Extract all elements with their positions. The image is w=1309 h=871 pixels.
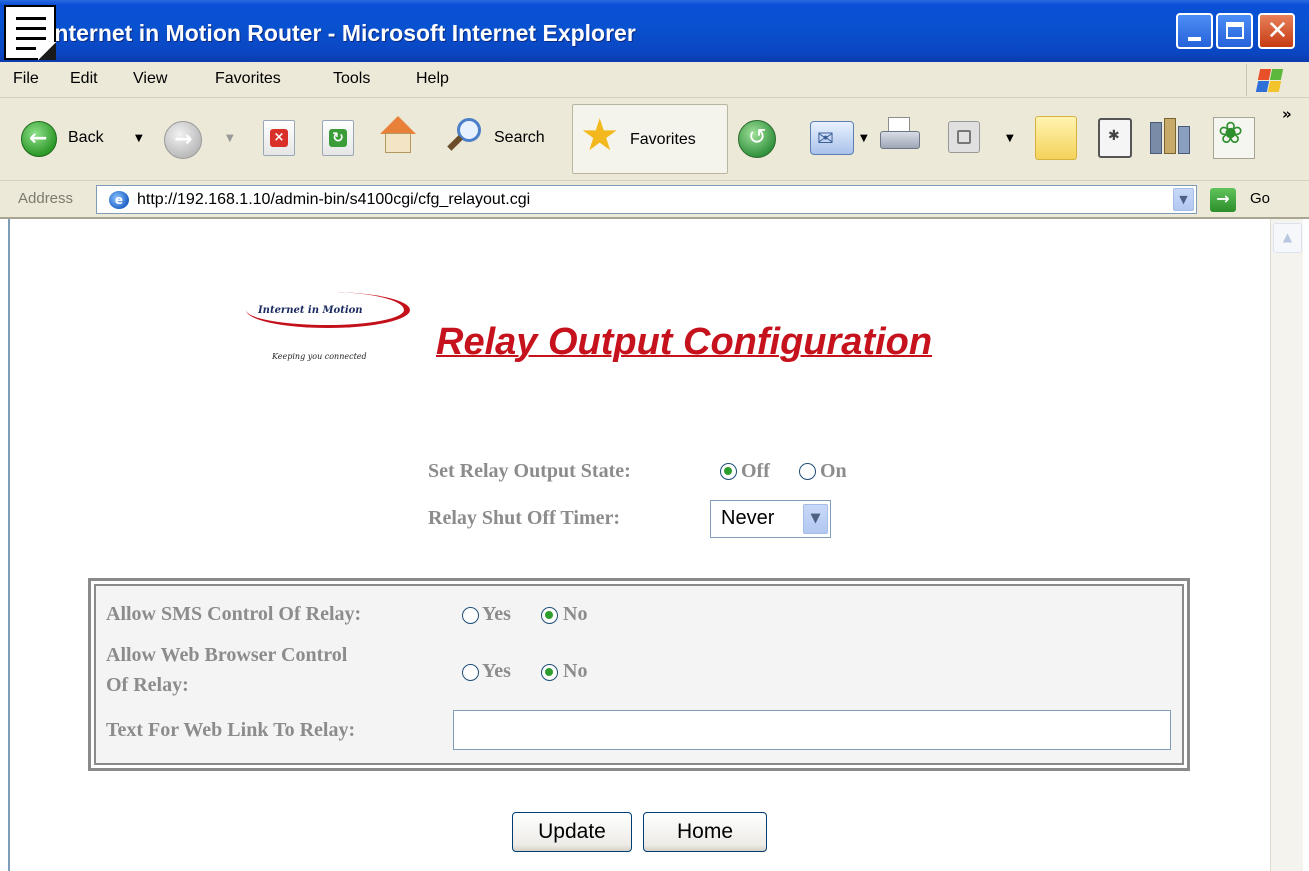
back-button[interactable]: ← xyxy=(21,121,57,157)
menu-bar: File Edit View Favorites Tools Help xyxy=(0,62,1309,98)
search-icon[interactable] xyxy=(447,118,481,158)
address-dropdown-icon[interactable]: ▼ xyxy=(1173,188,1194,211)
forward-arrow-icon: → xyxy=(174,127,193,152)
relay-state-off-radio[interactable] xyxy=(720,463,737,480)
scroll-up-icon[interactable]: ▲ xyxy=(1273,223,1302,253)
search-label[interactable]: Search xyxy=(494,129,545,147)
ie-page-icon: e xyxy=(109,191,129,209)
update-button[interactable]: Update xyxy=(512,812,632,852)
vertical-scrollbar[interactable]: ▲ xyxy=(1270,219,1303,871)
discuss-icon[interactable] xyxy=(1035,116,1077,160)
shutoff-timer-value: Never xyxy=(721,507,775,529)
home-toolbar-button[interactable] xyxy=(376,116,420,158)
menu-tools[interactable]: Tools xyxy=(333,70,370,88)
sms-control-label: Allow SMS Control Of Relay: xyxy=(106,603,362,625)
mail-dropdown-icon[interactable]: ▼ xyxy=(860,133,868,144)
menu-view[interactable]: View xyxy=(133,70,167,88)
close-button[interactable]: ✕ xyxy=(1258,13,1295,49)
menu-edit[interactable]: Edit xyxy=(70,70,98,88)
shutoff-timer-label: Relay Shut Off Timer: xyxy=(428,507,621,529)
go-arrow-icon[interactable]: → xyxy=(1210,188,1236,212)
home-roof-icon xyxy=(380,116,416,134)
chevron-down-icon[interactable]: ▼ xyxy=(803,504,828,534)
relay-state-on-radio[interactable] xyxy=(799,463,816,480)
stop-icon: × xyxy=(270,129,288,147)
history-icon[interactable]: ↺ xyxy=(738,120,776,158)
page-content xyxy=(8,219,1270,871)
shutoff-timer-select[interactable]: Never ▼ xyxy=(710,500,831,538)
refresh-button[interactable]: ↻ xyxy=(322,120,354,156)
page-title: Relay Output Configuration xyxy=(436,321,933,363)
menu-help[interactable]: Help xyxy=(416,70,449,88)
web-control-no-label[interactable]: No xyxy=(563,660,587,683)
edit-icon[interactable] xyxy=(948,121,980,153)
home-icon xyxy=(385,133,411,153)
web-link-text-input[interactable] xyxy=(453,710,1171,750)
forward-dropdown-icon[interactable]: ▼ xyxy=(226,133,234,144)
company-logo: Internet in Motion xyxy=(258,305,363,316)
web-control-label-line2: Of Relay: xyxy=(106,674,189,696)
title-bar: Internet in Motion Router - Microsoft In… xyxy=(0,0,1309,62)
relay-state-off-label[interactable]: Off xyxy=(741,460,770,483)
messenger-icon[interactable]: ✱ xyxy=(1098,118,1132,158)
sms-control-no-radio[interactable] xyxy=(541,607,558,624)
web-control-yes-label[interactable]: Yes xyxy=(482,660,511,683)
windows-logo-icon xyxy=(1246,64,1288,96)
address-url: http://192.168.1.10/admin-bin/s4100cgi/c… xyxy=(137,191,531,208)
menu-file[interactable]: File xyxy=(13,70,39,88)
web-control-label-line1: Allow Web Browser Control xyxy=(106,644,348,666)
refresh-icon: ↻ xyxy=(329,129,347,147)
stop-button[interactable]: × xyxy=(263,120,295,156)
relay-state-label: Set Relay Output State: xyxy=(428,460,631,482)
sms-control-no-label[interactable]: No xyxy=(563,603,587,626)
home-button[interactable]: Home xyxy=(643,812,767,852)
back-label[interactable]: Back xyxy=(68,129,104,147)
research-icon[interactable] xyxy=(1150,118,1192,158)
sms-control-yes-label[interactable]: Yes xyxy=(482,603,511,626)
favorites-label[interactable]: Favorites xyxy=(630,131,696,149)
go-button[interactable]: Go xyxy=(1250,190,1270,207)
address-bar: Address e http://192.168.1.10/admin-bin/… xyxy=(0,181,1309,219)
sms-control-yes-radio[interactable] xyxy=(462,607,479,624)
menu-favorites[interactable]: Favorites xyxy=(215,70,281,88)
mail-icon[interactable]: ✉ xyxy=(810,121,854,155)
address-label: Address xyxy=(18,190,74,207)
forward-button[interactable]: → xyxy=(164,121,202,159)
minimize-button[interactable] xyxy=(1176,13,1213,49)
print-icon[interactable] xyxy=(878,117,924,159)
window-title: Internet in Motion Router - Microsoft In… xyxy=(48,20,636,46)
maximize-button[interactable] xyxy=(1216,13,1253,49)
edit-dropdown-icon[interactable]: ▼ xyxy=(1006,133,1014,144)
relay-state-on-label[interactable]: On xyxy=(820,460,847,483)
address-input[interactable]: e http://192.168.1.10/admin-bin/s4100cgi… xyxy=(96,185,1197,214)
maximize-icon xyxy=(1226,22,1244,39)
web-control-no-radio[interactable] xyxy=(541,664,558,681)
web-control-yes-radio[interactable] xyxy=(462,664,479,681)
favorites-star-icon: ★ xyxy=(580,110,620,161)
logo-tagline: Keeping you connected xyxy=(272,352,367,361)
icq-icon[interactable]: ❀ xyxy=(1213,116,1255,159)
minimize-icon xyxy=(1188,37,1201,41)
close-icon: ✕ xyxy=(1266,16,1289,46)
toolbar-overflow-icon[interactable]: » xyxy=(1282,105,1292,123)
back-dropdown-icon[interactable]: ▼ xyxy=(135,133,143,144)
web-link-text-label: Text For Web Link To Relay: xyxy=(106,719,356,741)
back-arrow-icon: ← xyxy=(29,126,48,151)
document-icon xyxy=(4,5,56,60)
